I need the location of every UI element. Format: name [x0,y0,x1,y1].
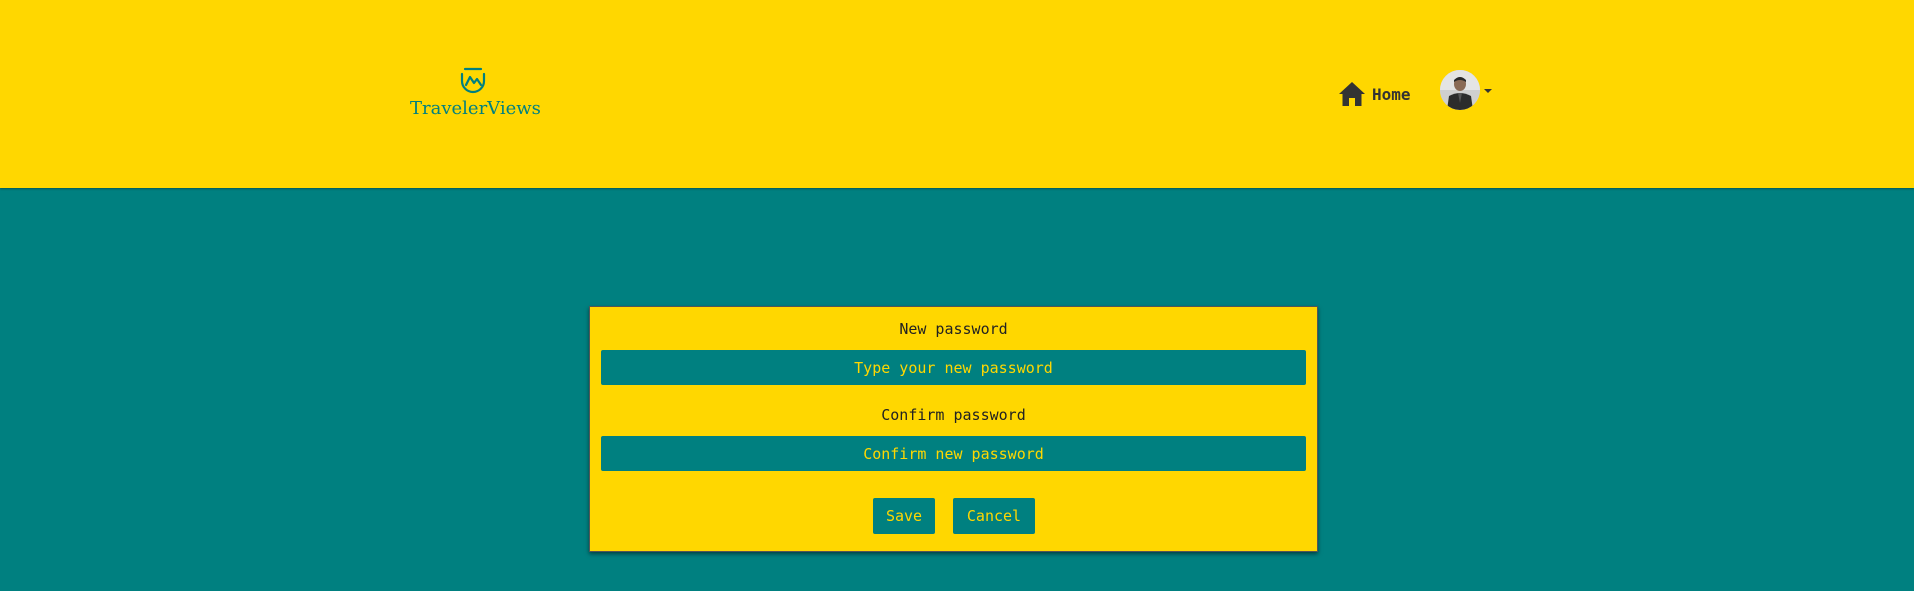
mountain-shield-logo-icon [460,67,486,94]
change-password-form: New password Confirm password Save Cance… [589,306,1318,552]
caret-down-icon [1484,89,1492,93]
confirm-password-label: Confirm password [881,406,1026,424]
user-avatar [1440,70,1480,110]
new-password-label: New password [899,320,1008,338]
nav-home-label: Home [1372,84,1411,104]
home-icon [1339,82,1365,106]
save-button[interactable]: Save [873,498,935,534]
nav-home-link[interactable]: Home [1338,80,1411,108]
navbar: TravelerViews Home [0,0,1914,188]
cancel-button[interactable]: Cancel [953,498,1035,534]
confirm-password-input[interactable] [601,436,1306,471]
brand-name: TravelerViews [410,98,541,119]
brand-link[interactable]: TravelerViews [410,66,541,119]
user-menu-toggle[interactable] [1440,70,1492,110]
new-password-input[interactable] [601,350,1306,385]
